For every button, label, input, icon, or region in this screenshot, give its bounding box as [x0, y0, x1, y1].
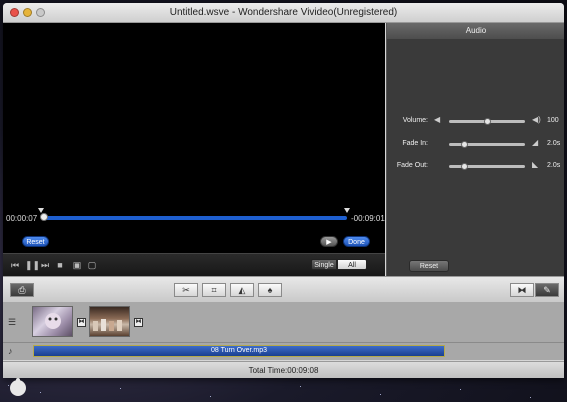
pause-icon[interactable]: ❚❚ [25, 260, 40, 270]
film-strip-icon: ☰ [8, 317, 17, 327]
fade-out-label: Fade Out: [396, 162, 428, 169]
edit-icon: ✎ [543, 285, 551, 295]
view-single-button[interactable]: Single [311, 259, 337, 270]
trim-end-marker[interactable] [344, 208, 350, 213]
camera-icon: ⎙ [18, 285, 26, 295]
fade-out-icon: ◣ [532, 160, 539, 169]
music-note-icon: ♪ [8, 346, 13, 356]
import-media-button[interactable]: ⎙ [10, 283, 34, 297]
fade-in-slider-knob[interactable] [460, 141, 468, 148]
video-track: ☰ ⧓ ⧓ [3, 302, 564, 343]
audio-track: ♪ 08 Turn Over.mp3 [3, 343, 564, 360]
crop-button[interactable]: ⌗ [202, 283, 226, 297]
fade-out-value: 2.0s [547, 162, 561, 169]
progress-track[interactable] [41, 216, 347, 220]
effect-icon: ◭ [238, 285, 246, 295]
video-preview[interactable]: 00:00:07 -00:09:01 Reset ▶ Done [3, 23, 385, 253]
total-time: Total Time:00:09:08 [248, 366, 319, 375]
clip-1-thumbnail [45, 313, 61, 329]
crop-icon: ⌗ [211, 285, 217, 295]
app-window: Untitled.wsve - Wondershare Vivideo(Unre… [3, 3, 564, 378]
volume-label: Volume: [402, 117, 428, 124]
audio-panel: Audio Volume: ◀ ◀) 100 Fade In: ◢ 2.0s F… [386, 23, 564, 276]
play-icon: ▶ [326, 239, 332, 246]
clip-2-thumbnail [93, 319, 122, 331]
title-bar: Untitled.wsve - Wondershare Vivideo(Unre… [3, 3, 564, 23]
edit-toolbar: ⎙ ✂ ⌗ ◭ ♠ ⧓ ✎ [3, 276, 564, 303]
reset-button[interactable]: Reset [22, 236, 49, 247]
current-time: 00:00:07 [6, 214, 38, 223]
apple-logo-icon [10, 378, 26, 396]
audio-panel-title: Audio [387, 23, 564, 39]
status-bar: Total Time:00:09:08 [3, 361, 564, 378]
playback-control-bar: ⏮ ❚❚ ⏭ ■ ▣ ▢ Single All [3, 253, 385, 277]
volume-high-icon: ◀) [532, 115, 541, 124]
transition-1-button[interactable]: ⧓ [77, 318, 86, 327]
window-title: Untitled.wsve - Wondershare Vivideo(Unre… [169, 7, 398, 18]
progress-playhead[interactable] [40, 213, 49, 221]
transition-icon: ⧓ [517, 285, 527, 295]
remaining-time: -00:09:01 [351, 214, 385, 223]
done-button[interactable]: Done [343, 236, 370, 247]
fade-in-icon: ◢ [532, 138, 539, 147]
transition-2-button[interactable]: ⧓ [134, 318, 143, 327]
transition-button[interactable]: ⧓ [510, 283, 534, 297]
fade-out-slider-knob[interactable] [460, 163, 468, 170]
effect-button[interactable]: ◭ [230, 283, 254, 297]
fullscreen-icon[interactable]: ▢ [87, 260, 97, 270]
fade-in-value: 2.0s [547, 140, 561, 147]
volume-low-icon: ◀ [434, 115, 441, 124]
volume-slider-knob[interactable] [483, 118, 491, 125]
audio-clip[interactable]: 08 Turn Over.mp3 [33, 345, 445, 357]
trim-button[interactable]: ✂ [174, 283, 198, 297]
trim-icon: ✂ [182, 285, 190, 295]
edit-button[interactable]: ✎ [535, 283, 559, 297]
audio-reset-button[interactable]: Reset [409, 260, 449, 272]
video-clip-2[interactable] [89, 306, 130, 337]
snapshot-icon[interactable]: ▣ [72, 260, 82, 270]
voiceover-icon: ♠ [267, 285, 273, 295]
fade-in-label: Fade In: [402, 140, 428, 147]
volume-value: 100 [547, 117, 559, 124]
skip-forward-icon[interactable]: ⏭ [40, 260, 50, 270]
voiceover-button[interactable]: ♠ [258, 283, 282, 297]
stop-icon[interactable]: ■ [55, 260, 65, 270]
preview-play-button[interactable]: ▶ [320, 236, 338, 247]
video-clip-1[interactable] [32, 306, 73, 337]
skip-back-icon[interactable]: ⏮ [10, 260, 20, 270]
view-all-button[interactable]: All [337, 259, 367, 270]
